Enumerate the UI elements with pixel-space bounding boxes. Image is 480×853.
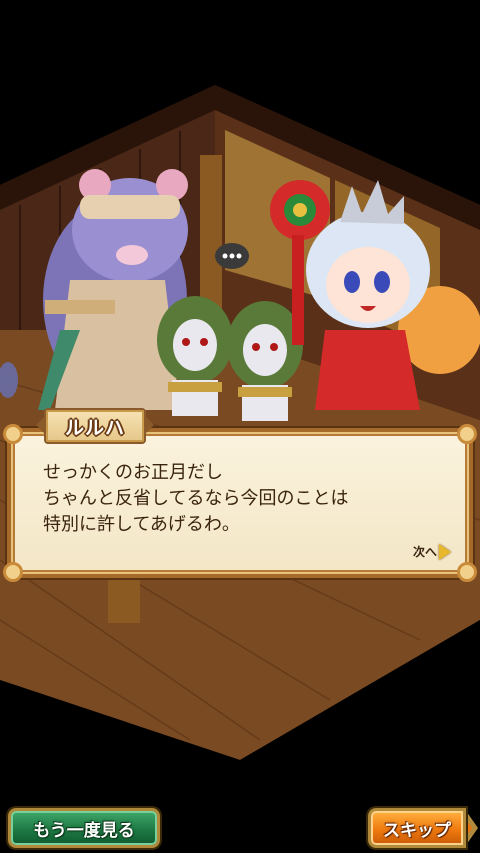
speaker-name: ルルハ	[64, 416, 125, 439]
dialog-corner-ornament	[3, 562, 23, 582]
dialog-corner-ornament	[3, 424, 23, 444]
dialog-line: 特別に許してあげるわ。	[43, 514, 240, 535]
replay-button[interactable]: もう一度見る	[8, 808, 160, 848]
next-button[interactable]: 次へ	[413, 543, 451, 560]
dialog-text: せっかくのお正月だし ちゃんと反省してるなら今回のことは 特別に許してあげるわ。	[43, 460, 443, 538]
dialog-corner-ornament	[457, 424, 477, 444]
next-arrow-icon	[439, 543, 451, 560]
floor-lantern-post	[108, 575, 140, 623]
dialog-line: ちゃんと反省してるなら今回のことは	[43, 488, 349, 509]
speech-bubble-ellipsis-icon	[215, 243, 249, 269]
dialog-box[interactable]: せっかくのお正月だし ちゃんと反省してるなら今回のことは 特別に許してあげるわ。…	[3, 424, 477, 582]
speaker-name-tab: ルルハ	[36, 408, 154, 444]
dialog-line: せっかくのお正月だし	[43, 462, 223, 483]
next-label: 次へ	[412, 545, 437, 559]
dialog-corner-ornament	[457, 562, 477, 582]
skip-button[interactable]: スキップ	[368, 808, 466, 848]
